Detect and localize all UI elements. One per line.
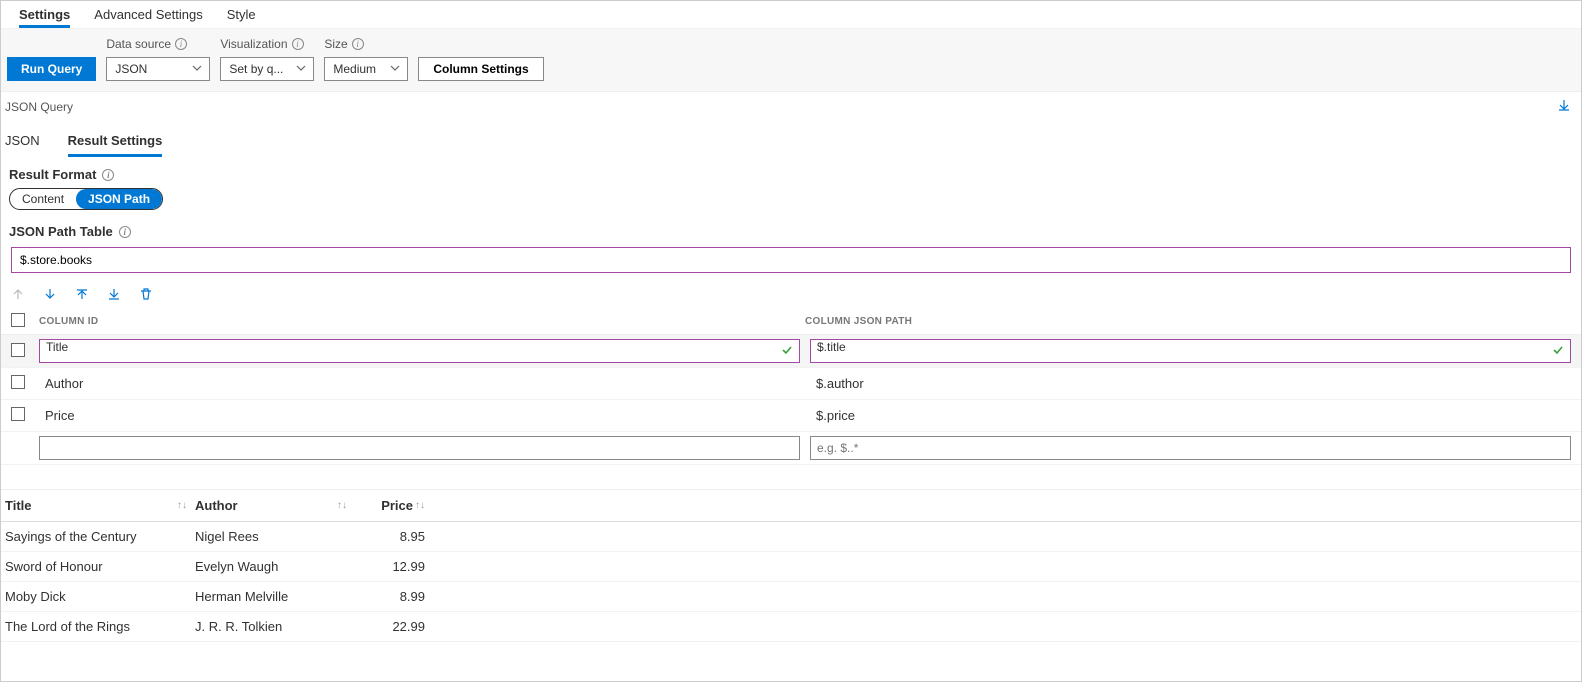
sort-icon: ↑↓ [337,500,355,511]
row-checkbox[interactable] [11,343,25,357]
cell-author: Herman Melville [195,589,355,604]
select-all-checkbox[interactable] [11,313,25,327]
top-tabs: Settings Advanced Settings Style [1,1,1581,29]
delete-icon[interactable] [139,287,153,301]
json-path-table-input[interactable] [11,247,1571,273]
cell-title: Sword of Honour [5,559,195,574]
chevron-down-icon [389,62,401,77]
columns-table: COLUMN ID COLUMN JSON PATH Title $.title A… [1,309,1581,465]
info-icon[interactable]: i [175,38,187,50]
chevron-down-icon [191,62,203,77]
cell-author: J. R. R. Tolkien [195,619,355,634]
column-settings-button[interactable]: Column Settings [418,57,543,81]
row-checkbox[interactable] [11,407,25,421]
toolbar: Run Query Data source i JSON Visualizati… [1,29,1581,92]
run-query-button[interactable]: Run Query [7,57,96,81]
result-header-price[interactable]: Price ↑↓ [355,498,425,513]
cell-price: 22.99 [355,619,425,634]
cell-title: The Lord of the Rings [5,619,195,634]
column-id-header: COLUMN ID [39,316,805,327]
tab-json[interactable]: JSON [5,129,40,157]
column-id-text[interactable]: Author [39,376,800,391]
info-icon[interactable]: i [102,169,114,181]
cell-price: 8.99 [355,589,425,604]
column-actions [1,277,1581,309]
cell-author: Evelyn Waugh [195,559,355,574]
column-row[interactable]: Price $.price [1,400,1581,432]
cell-title: Sayings of the Century [5,529,195,544]
data-source-label: Data source [106,37,171,51]
sub-tabs: JSON Result Settings [1,123,1581,157]
tab-result-settings[interactable]: Result Settings [68,129,163,157]
visualization-label: Visualization [220,37,287,51]
table-row: Sword of HonourEvelyn Waugh12.99 [1,552,1581,582]
result-table: Title ↑↓ Author ↑↓ Price ↑↓ Sayings of t… [1,489,1581,642]
column-path-header: COLUMN JSON PATH [805,316,1571,327]
column-row[interactable]: Author $.author [1,368,1581,400]
pill-json-path[interactable]: JSON Path [76,189,162,209]
check-icon [781,344,793,359]
row-checkbox[interactable] [11,375,25,389]
column-id-input[interactable]: Title [39,339,800,363]
visualization-value: Set by q... [229,62,283,76]
table-row: Moby DickHerman Melville8.99 [1,582,1581,612]
table-row: Sayings of the CenturyNigel Rees8.95 [1,522,1581,552]
result-format-label: Result Format [9,167,96,182]
check-icon [1552,344,1564,359]
data-source-select[interactable]: JSON [106,57,210,81]
column-path-input[interactable]: $.title [810,339,1571,363]
column-row[interactable]: Title $.title [1,335,1581,368]
size-value: Medium [333,62,376,76]
move-up-icon [11,287,25,301]
info-icon[interactable]: i [292,38,304,50]
tab-advanced-settings[interactable]: Advanced Settings [94,3,202,28]
result-header-author[interactable]: Author ↑↓ [195,498,355,513]
size-label: Size [324,37,347,51]
cell-price: 12.99 [355,559,425,574]
sort-icon: ↑↓ [177,500,195,511]
cell-title: Moby Dick [5,589,195,604]
sort-icon: ↑↓ [415,500,425,511]
result-header-title[interactable]: Title ↑↓ [5,498,195,513]
chevron-down-icon [295,62,307,77]
pill-content[interactable]: Content [10,189,76,209]
visualization-select[interactable]: Set by q... [220,57,314,81]
result-format-toggle: Content JSON Path [9,188,163,210]
size-select[interactable]: Medium [324,57,408,81]
move-to-bottom-icon[interactable] [107,287,121,301]
column-path-text[interactable]: $.author [810,376,1571,391]
move-down-icon[interactable] [43,287,57,301]
cell-price: 8.95 [355,529,425,544]
info-icon[interactable]: i [352,38,364,50]
tab-style[interactable]: Style [227,3,256,28]
download-icon[interactable] [1557,98,1571,115]
new-column-path-input[interactable] [810,436,1571,460]
data-source-value: JSON [115,62,147,76]
column-path-text[interactable]: $.price [810,408,1571,423]
tab-settings[interactable]: Settings [19,3,70,28]
cell-author: Nigel Rees [195,529,355,544]
json-query-label: JSON Query [5,100,73,114]
column-id-text[interactable]: Price [39,408,800,423]
info-icon[interactable]: i [119,226,131,238]
json-path-table-label: JSON Path Table [9,224,113,239]
new-column-id-input[interactable] [39,436,800,460]
move-to-top-icon[interactable] [75,287,89,301]
table-row: The Lord of the RingsJ. R. R. Tolkien22.… [1,612,1581,642]
